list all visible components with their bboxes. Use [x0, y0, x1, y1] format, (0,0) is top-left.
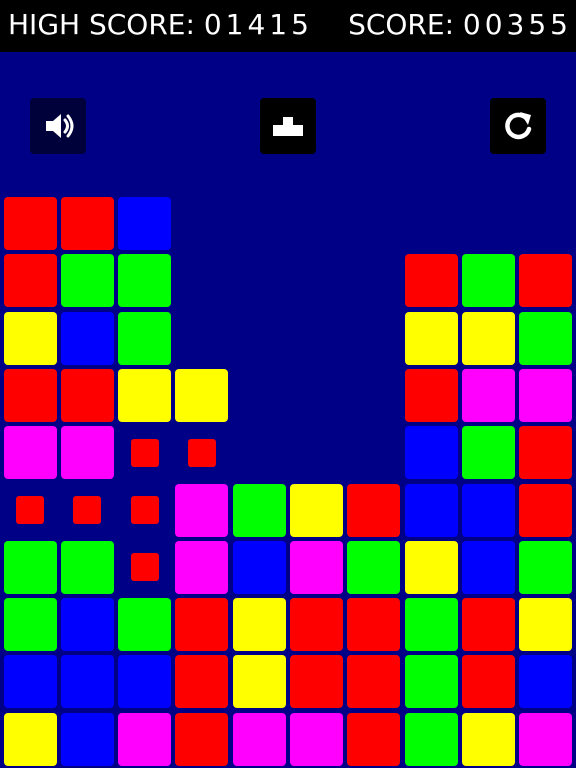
- blue-block[interactable]: [60, 598, 114, 652]
- magenta-block[interactable]: [290, 540, 343, 594]
- yellow-block[interactable]: [290, 483, 343, 537]
- blue-block[interactable]: [519, 655, 573, 709]
- blue-block[interactable]: [118, 655, 172, 709]
- magenta-block[interactable]: [60, 426, 114, 480]
- small-red-marker-block[interactable]: [187, 438, 216, 467]
- red-block[interactable]: [519, 254, 573, 308]
- red-block[interactable]: [60, 368, 114, 422]
- red-block[interactable]: [347, 598, 401, 652]
- green-block[interactable]: [60, 254, 114, 308]
- red-block[interactable]: [3, 254, 57, 308]
- red-block[interactable]: [461, 598, 515, 652]
- blue-block[interactable]: [461, 483, 515, 537]
- blue-block[interactable]: [60, 311, 114, 365]
- magenta-block[interactable]: [519, 712, 573, 766]
- small-red-marker-block[interactable]: [73, 496, 102, 524]
- yellow-block[interactable]: [3, 311, 57, 365]
- blue-block[interactable]: [232, 540, 286, 594]
- red-block[interactable]: [347, 655, 401, 709]
- red-block[interactable]: [461, 655, 515, 709]
- red-block[interactable]: [290, 598, 343, 652]
- blue-block[interactable]: [461, 540, 515, 594]
- small-red-marker-block[interactable]: [130, 438, 159, 467]
- green-block[interactable]: [461, 254, 515, 308]
- green-block[interactable]: [519, 311, 573, 365]
- magenta-block[interactable]: [232, 712, 286, 766]
- magenta-block[interactable]: [3, 426, 57, 480]
- green-block[interactable]: [347, 540, 401, 594]
- magenta-block[interactable]: [461, 368, 515, 422]
- yellow-block[interactable]: [3, 712, 57, 766]
- green-block[interactable]: [404, 598, 458, 652]
- blue-block[interactable]: [404, 483, 458, 537]
- red-block[interactable]: [404, 368, 458, 422]
- green-block[interactable]: [118, 598, 172, 652]
- green-block[interactable]: [519, 540, 573, 594]
- yellow-block[interactable]: [404, 311, 458, 365]
- magenta-block[interactable]: [118, 712, 172, 766]
- red-block[interactable]: [3, 368, 57, 422]
- red-block[interactable]: [519, 483, 573, 537]
- yellow-block[interactable]: [461, 712, 515, 766]
- red-block[interactable]: [175, 712, 229, 766]
- green-block[interactable]: [232, 483, 286, 537]
- green-block[interactable]: [3, 540, 57, 594]
- small-red-marker-block[interactable]: [130, 496, 159, 524]
- red-block[interactable]: [519, 426, 573, 480]
- yellow-block[interactable]: [118, 368, 172, 422]
- red-block[interactable]: [290, 655, 343, 709]
- yellow-block[interactable]: [461, 311, 515, 365]
- yellow-block[interactable]: [175, 368, 229, 422]
- yellow-block[interactable]: [232, 598, 286, 652]
- small-red-marker-block[interactable]: [16, 496, 44, 524]
- yellow-block[interactable]: [519, 598, 573, 652]
- red-block[interactable]: [60, 197, 114, 250]
- yellow-block[interactable]: [232, 655, 286, 709]
- green-block[interactable]: [404, 655, 458, 709]
- magenta-block[interactable]: [519, 368, 573, 422]
- blue-block[interactable]: [404, 426, 458, 480]
- green-block[interactable]: [118, 254, 172, 308]
- red-block[interactable]: [175, 655, 229, 709]
- red-block[interactable]: [347, 712, 401, 766]
- small-red-marker-block[interactable]: [130, 553, 159, 582]
- blue-block[interactable]: [60, 712, 114, 766]
- red-block[interactable]: [404, 254, 458, 308]
- magenta-block[interactable]: [290, 712, 343, 766]
- magenta-block[interactable]: [175, 483, 229, 537]
- blue-block[interactable]: [118, 197, 172, 250]
- green-block[interactable]: [118, 311, 172, 365]
- blue-block[interactable]: [3, 655, 57, 709]
- yellow-block[interactable]: [404, 540, 458, 594]
- red-block[interactable]: [347, 483, 401, 537]
- green-block[interactable]: [3, 598, 57, 652]
- red-block[interactable]: [175, 598, 229, 652]
- green-block[interactable]: [60, 540, 114, 594]
- magenta-block[interactable]: [175, 540, 229, 594]
- red-block[interactable]: [3, 197, 57, 250]
- blue-block[interactable]: [60, 655, 114, 709]
- green-block[interactable]: [404, 712, 458, 766]
- green-block[interactable]: [461, 426, 515, 480]
- game-board: [0, 0, 576, 768]
